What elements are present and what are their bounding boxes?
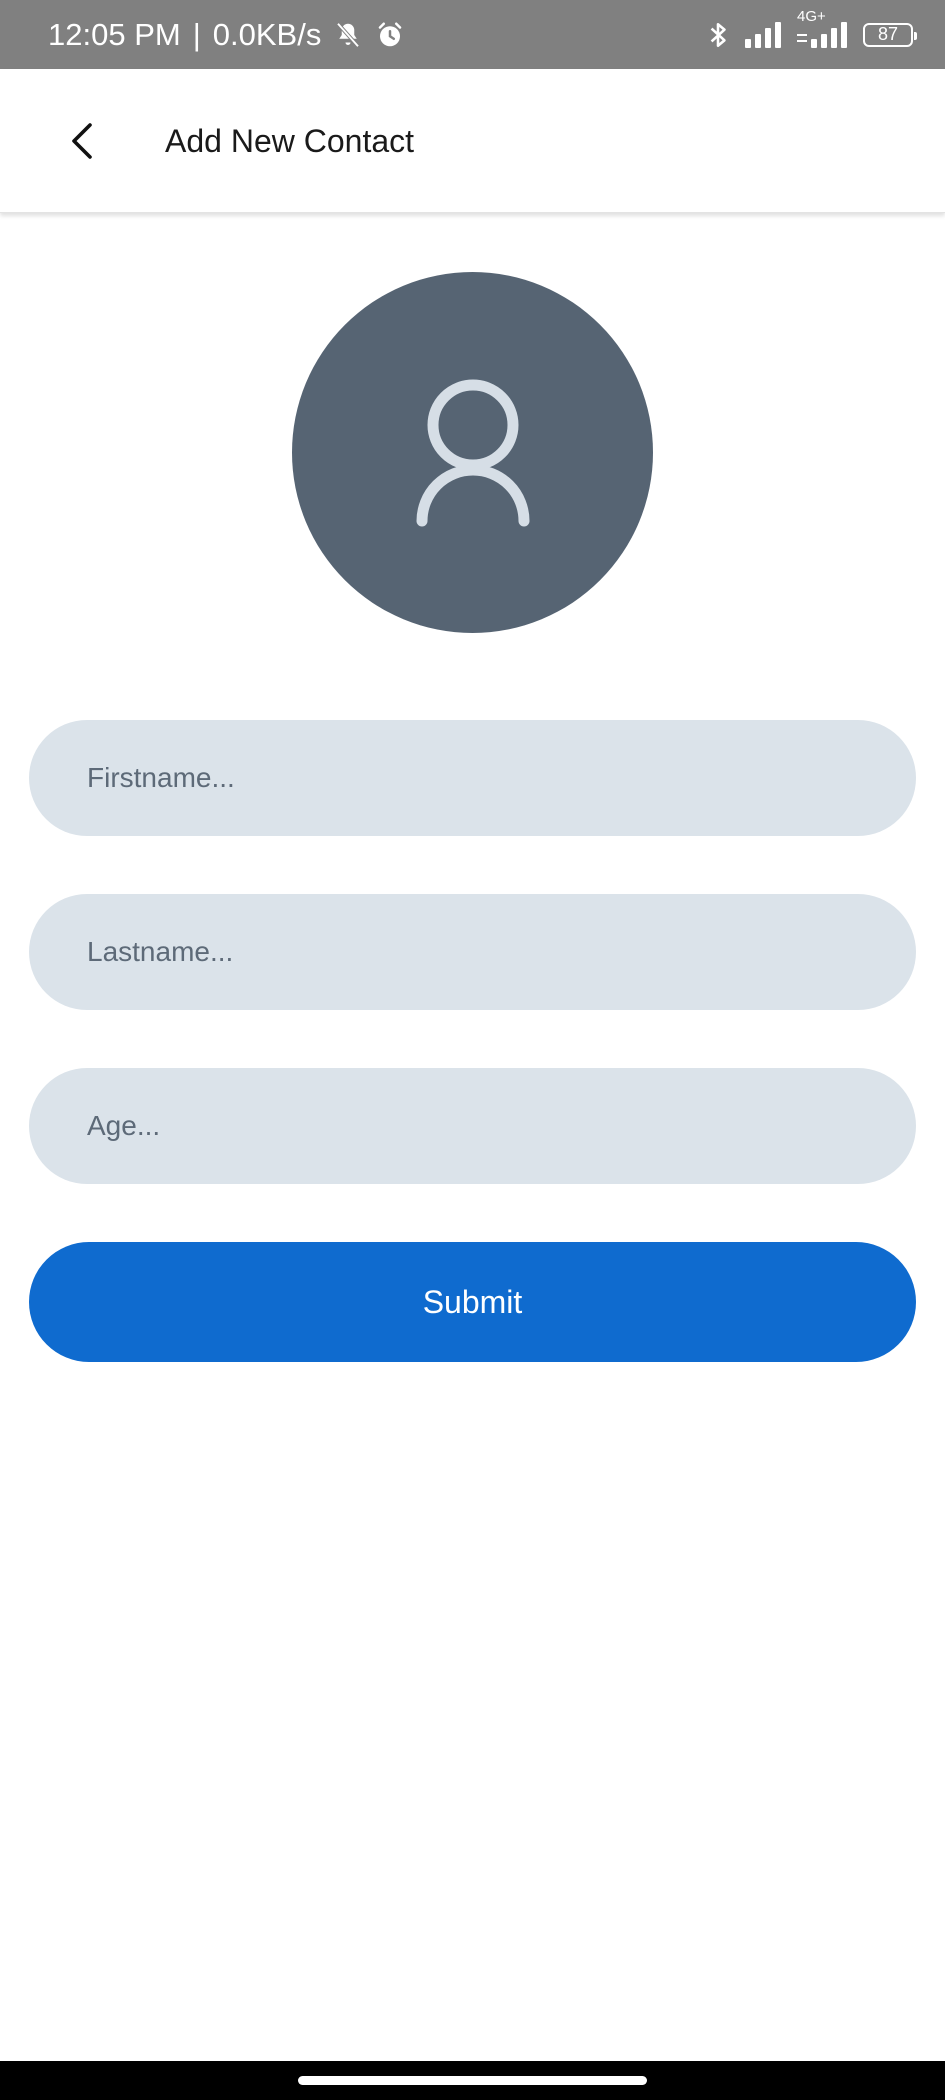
system-nav-bar (0, 2061, 945, 2100)
status-time: 12:05 PM (48, 16, 181, 52)
page-title: Add New Contact (165, 122, 415, 159)
app-bar: Add New Contact (0, 69, 945, 213)
lastname-field (29, 894, 916, 1010)
age-field (29, 1068, 916, 1184)
alarm-icon (375, 20, 405, 50)
home-indicator[interactable] (298, 2076, 647, 2085)
status-separator: | (192, 16, 201, 52)
lastname-input[interactable] (87, 936, 858, 968)
bluetooth-icon (705, 20, 731, 50)
person-icon (408, 373, 538, 533)
signal-4g-icon: 4G+ (797, 8, 849, 48)
battery-level: 87 (877, 24, 899, 44)
age-input[interactable] (87, 1110, 858, 1142)
bell-muted-icon (333, 20, 363, 50)
status-net-speed: 0.0KB/s (212, 16, 322, 52)
status-right: 4G+ 87 (705, 0, 917, 69)
network-type-label: 4G+ (797, 7, 826, 25)
back-button[interactable] (50, 109, 114, 173)
add-contact-screen: 12:05 PM | 0.0KB/s 4G+ 87 Add New Contac… (0, 0, 945, 2100)
submit-button[interactable]: Submit (29, 1242, 916, 1362)
battery-icon: 87 (863, 22, 917, 47)
signal-icon (745, 21, 783, 48)
firstname-field (29, 720, 916, 836)
status-bar: 12:05 PM | 0.0KB/s 4G+ 87 (0, 0, 945, 69)
chevron-left-icon (64, 119, 100, 163)
avatar[interactable] (292, 272, 653, 633)
status-left: 12:05 PM | 0.0KB/s (48, 0, 405, 69)
firstname-input[interactable] (87, 762, 858, 794)
